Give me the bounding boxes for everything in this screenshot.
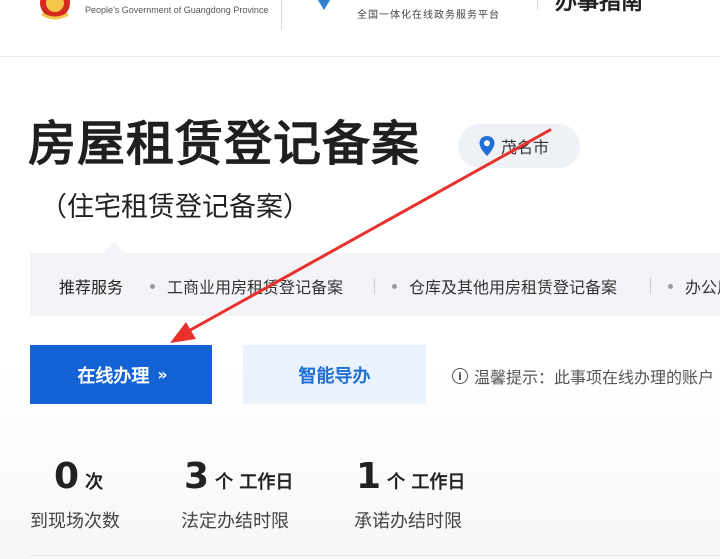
recommended-services-bar: 推荐服务 工商业用房租赁登记备案 仓库及其他用房租赁登记备案 办公用	[30, 253, 720, 316]
platform-subtitle: 全国一体化在线政务服务平台	[357, 10, 500, 21]
location-label: 茂名市	[501, 138, 550, 157]
stat-promised-deadline: 1个 工作日 承诺办结时限	[354, 455, 466, 532]
page-subtitle: （住宅租赁登记备案）	[40, 192, 310, 223]
site-header: People's Government of Guangdong Provinc…	[0, 0, 720, 57]
bullet-dot	[150, 283, 155, 289]
stat-label: 法定办结时限	[181, 511, 289, 532]
stat-value: 3	[184, 456, 210, 497]
smart-guide-button[interactable]: 智能导办	[243, 345, 426, 404]
tip-notice: i 温馨提示：此事项在线办理的账户	[452, 364, 714, 388]
recommended-separator	[650, 278, 651, 294]
location-selector[interactable]: 茂名市	[458, 124, 580, 168]
tip-text: 温馨提示：此事项在线办理的账户	[474, 368, 715, 387]
recommended-notch	[103, 242, 125, 253]
stat-unit: 次	[85, 472, 104, 493]
info-circle-icon: i	[452, 368, 468, 384]
recommended-label: 推荐服务	[59, 278, 124, 297]
recommended-item[interactable]: 办公用	[668, 274, 720, 298]
recommended-item-label: 办公用	[685, 278, 720, 297]
stat-unit: 个 工作日	[215, 472, 294, 493]
online-apply-label: 在线办理	[77, 365, 150, 387]
recommended-item[interactable]: 工商业用房租赁登记备案	[150, 274, 343, 298]
recommended-item-label: 仓库及其他用房租赁登记备案	[409, 278, 618, 297]
national-emblem-icon	[40, 0, 70, 20]
double-chevron-right-icon: ››	[157, 365, 167, 384]
gov-subtitle: People's Government of Guangdong Provinc…	[85, 5, 269, 15]
online-apply-button[interactable]: 在线办理 ››	[30, 345, 212, 404]
bullet-dot	[668, 283, 673, 289]
stat-label: 承诺办结时限	[354, 511, 462, 532]
page-title: 房屋租赁登记备案	[28, 116, 421, 172]
stat-label: 到现场次数	[30, 511, 120, 532]
map-pin-icon	[479, 136, 495, 156]
platform-logo-icon	[317, 0, 331, 10]
header-divider	[281, 0, 282, 30]
guide-title[interactable]: 办事指南	[555, 0, 643, 16]
recommended-item-label: 工商业用房租赁登记备案	[167, 278, 344, 297]
stat-legal-deadline: 3个 工作日 法定办结时限	[181, 455, 294, 532]
stat-visits: 0次 到现场次数	[30, 455, 120, 532]
stat-value: 1	[356, 456, 382, 497]
recommended-item[interactable]: 仓库及其他用房租赁登记备案	[392, 274, 617, 298]
section-divider	[30, 555, 720, 556]
bullet-dot	[392, 283, 397, 289]
smart-guide-label: 智能导办	[298, 365, 371, 387]
header-divider	[537, 0, 538, 10]
stat-unit: 个 工作日	[387, 472, 466, 493]
stat-value: 0	[54, 456, 80, 497]
recommended-separator	[374, 278, 375, 294]
